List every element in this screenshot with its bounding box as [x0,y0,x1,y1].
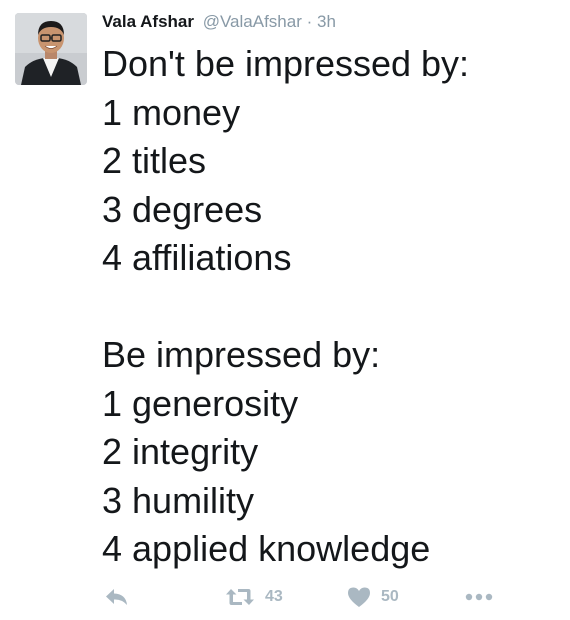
like-button[interactable]: 50 [347,583,399,611]
tweet-line: 3 humility [102,479,255,521]
tweet-line: Be impressed by: [102,334,381,375]
tweet-text: Don't be impressed by: 1 money 2 titles … [102,40,562,574]
author-name[interactable]: Vala Afshar [102,12,194,31]
tweet-line: 4 applied knowledge [102,528,431,569]
tweet-line: 3 degrees [102,188,263,230]
tweet-line: 4 affiliations [102,237,292,278]
tweet-actions: 43 50 [0,583,570,611]
tweet-timestamp[interactable]: 3h [317,12,336,31]
retweet-button[interactable]: 43 [225,583,283,611]
tweet-line: 2 integrity [102,431,259,472]
more-icon [465,593,493,601]
tweet-header: Vala Afshar @ValaAfshar · 3h [102,12,336,32]
retweet-icon [226,589,254,605]
heart-icon [348,587,370,607]
reply-icon [106,589,127,605]
tweet-line: 1 generosity [102,382,299,424]
tweet-line: 2 titles [102,140,207,181]
tweet-line: 1 money [102,91,241,133]
avatar[interactable] [15,13,87,85]
like-count: 50 [381,588,399,605]
retweet-count: 43 [265,588,283,605]
author-handle[interactable]: @ValaAfshar [203,12,302,31]
more-button[interactable] [464,583,494,611]
reply-button[interactable] [104,583,130,611]
avatar-photo [15,13,87,85]
tweet-line: Don't be impressed by: [102,43,470,84]
tweet-card: Vala Afshar @ValaAfshar · 3h Don't be im… [0,0,570,620]
header-separator: · [306,12,313,31]
